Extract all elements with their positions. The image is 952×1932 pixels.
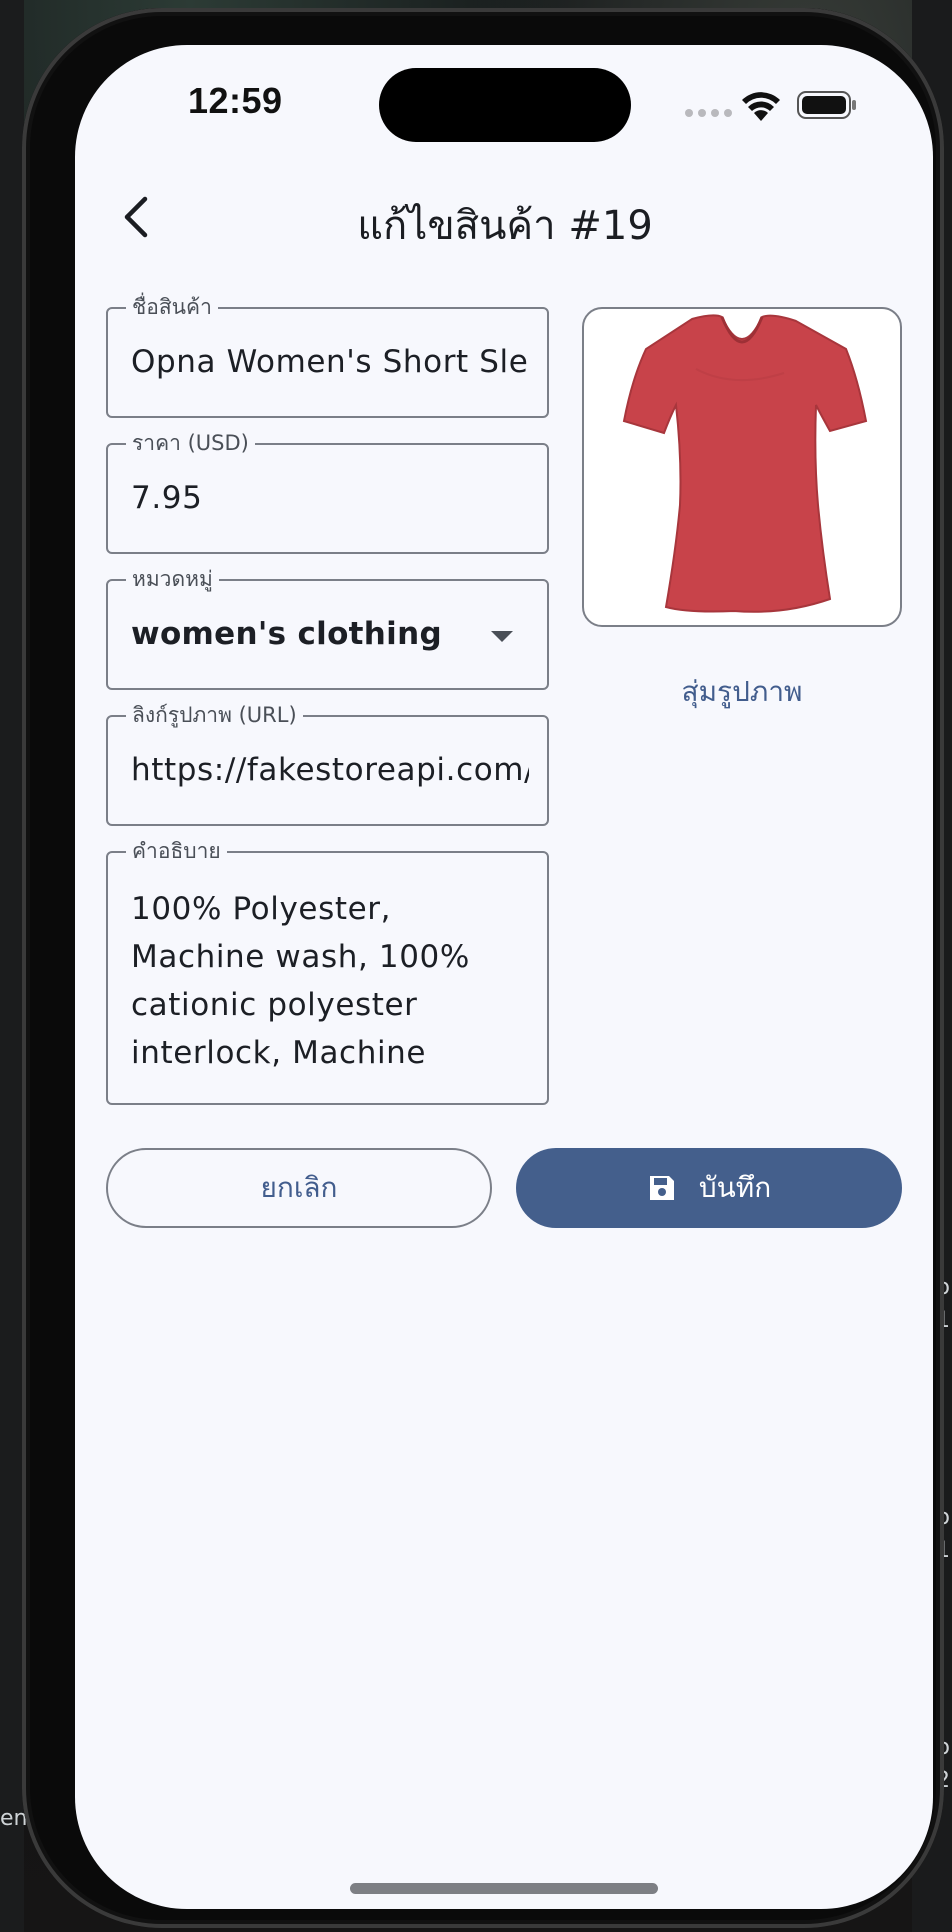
app-screen: 12:59 แก้ไขสินค้า #19 ชื่อสินค้า Opna Wo… (75, 45, 933, 1909)
status-time: 12:59 (188, 80, 283, 121)
description-label: คำอธิบาย (126, 839, 227, 863)
cancel-label: ยกเลิก (260, 1171, 338, 1204)
category-value: women's clothing (131, 616, 442, 652)
triangle-down-icon[interactable] (491, 631, 513, 642)
tshirt-image (622, 314, 868, 613)
product-name-value[interactable]: Opna Women's Short Sle (131, 343, 529, 381)
product-name-label: ชื่อสินค้า (126, 295, 218, 319)
save-label: บันทึก (698, 1171, 772, 1204)
cancel-button[interactable]: ยกเลิก (106, 1148, 492, 1228)
image-url-field[interactable]: ลิงก์รูปภาพ (URL) https://fakestoreapi.c… (106, 703, 549, 826)
chevron-left-icon[interactable] (111, 191, 163, 243)
wifi-icon (742, 92, 780, 121)
price-value[interactable]: 7.95 (131, 479, 529, 517)
description-field[interactable]: คำอธิบาย 100% Polyester, Machine wash, 1… (106, 839, 549, 1105)
description-value[interactable]: 100% Polyester, Machine wash, 100% catio… (131, 885, 529, 1077)
phone-frame: 12:59 แก้ไขสินค้า #19 ชื่อสินค้า Opna Wo… (22, 8, 944, 1928)
image-url-value[interactable]: https://fakestoreapi.com/ (131, 751, 529, 789)
product-image-preview (582, 307, 902, 627)
random-image-button[interactable]: สุ่มรูปภาพ (582, 670, 902, 714)
cellular-signal-icon (685, 109, 732, 117)
page-title: แก้ไขสินค้า #19 (357, 203, 653, 249)
save-button[interactable]: บันทึก (516, 1148, 902, 1228)
image-url-label: ลิงก์รูปภาพ (URL) (126, 703, 303, 727)
home-indicator (350, 1883, 658, 1894)
product-name-field[interactable]: ชื่อสินค้า Opna Women's Short Sle (106, 295, 549, 418)
desktop-panel-left (0, 0, 24, 1932)
category-label: หมวดหมู่ (126, 567, 219, 591)
price-field[interactable]: ราคา (USD) 7.95 (106, 431, 549, 554)
battery-icon (797, 91, 856, 119)
dynamic-island (379, 68, 631, 142)
category-dropdown[interactable]: หมวดหมู่ women's clothing (106, 567, 549, 690)
floppy-disk-icon (649, 1176, 674, 1200)
price-label: ราคา (USD) (126, 431, 255, 455)
